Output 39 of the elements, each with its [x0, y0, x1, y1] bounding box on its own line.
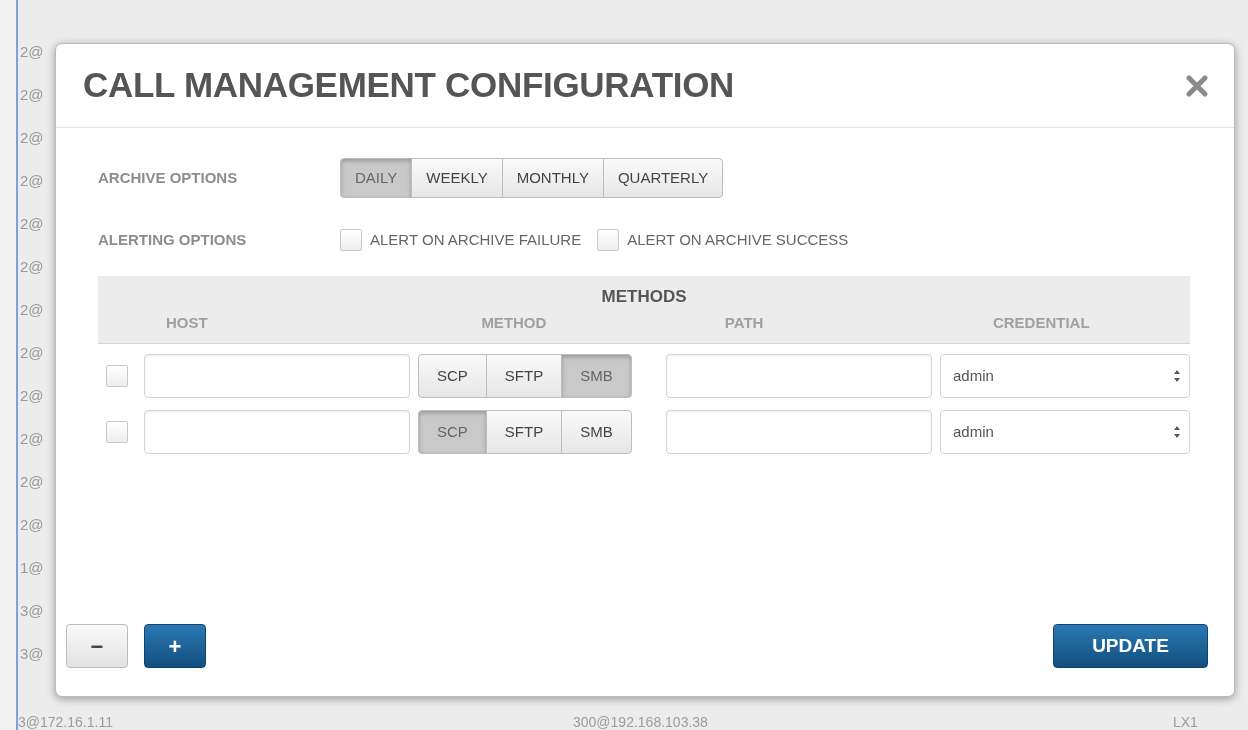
- method-option-button[interactable]: SCP: [418, 354, 487, 398]
- host-input[interactable]: [144, 354, 410, 398]
- field-label: ARCHIVE OPTIONS: [98, 167, 239, 188]
- checkbox[interactable]: [597, 229, 620, 251]
- remove-button[interactable]: −: [66, 624, 128, 668]
- table-title: METHODS: [600, 286, 688, 308]
- dialog-title: CALL MANAGEMENT CONFIGURATION: [83, 64, 735, 107]
- method-option-button[interactable]: SCP: [418, 410, 487, 454]
- field-label: ALERTING OPTIONS: [98, 229, 248, 250]
- column-header: HOST: [166, 313, 209, 333]
- checkbox[interactable]: [340, 229, 362, 251]
- checkbox-label: ALERT ON ARCHIVE FAILURE: [370, 229, 582, 250]
- up-down-arrows-icon: [1173, 425, 1181, 439]
- method-option-button[interactable]: SMB: [561, 410, 632, 454]
- table-cell-text: 300@192.168.103.38: [573, 713, 709, 730]
- archive-option-button[interactable]: QUARTERLY: [602, 158, 724, 198]
- column-header: PATH: [724, 313, 765, 333]
- table-cell-text: 3@172.16.1.11: [18, 713, 114, 730]
- update-button[interactable]: UPDATE: [1053, 624, 1208, 668]
- credential-select[interactable]: admin: [940, 410, 1190, 454]
- archive-option-button[interactable]: DAILY: [340, 158, 413, 198]
- checkbox[interactable]: [106, 421, 128, 443]
- host-input[interactable]: [144, 410, 410, 454]
- method-option-button[interactable]: SMB: [561, 354, 632, 398]
- checkbox-label: ALERT ON ARCHIVE SUCCESS: [627, 229, 849, 250]
- column-header: METHOD: [481, 313, 548, 333]
- archive-option-button[interactable]: WEEKLY: [411, 158, 503, 198]
- method-option-button[interactable]: SFTP: [485, 354, 563, 398]
- credential-select[interactable]: admin: [940, 354, 1190, 398]
- table-cell-text: LX1: [1173, 713, 1198, 730]
- path-input[interactable]: [666, 410, 932, 454]
- archive-option-button[interactable]: MONTHLY: [501, 158, 604, 198]
- close-icon[interactable]: [1186, 74, 1208, 97]
- column-header: CREDENTIAL: [992, 313, 1091, 333]
- up-down-arrows-icon: [1173, 369, 1181, 383]
- add-button[interactable]: +: [144, 624, 206, 668]
- checkbox[interactable]: [106, 365, 128, 387]
- path-input[interactable]: [666, 354, 932, 398]
- method-option-button[interactable]: SFTP: [485, 410, 563, 454]
